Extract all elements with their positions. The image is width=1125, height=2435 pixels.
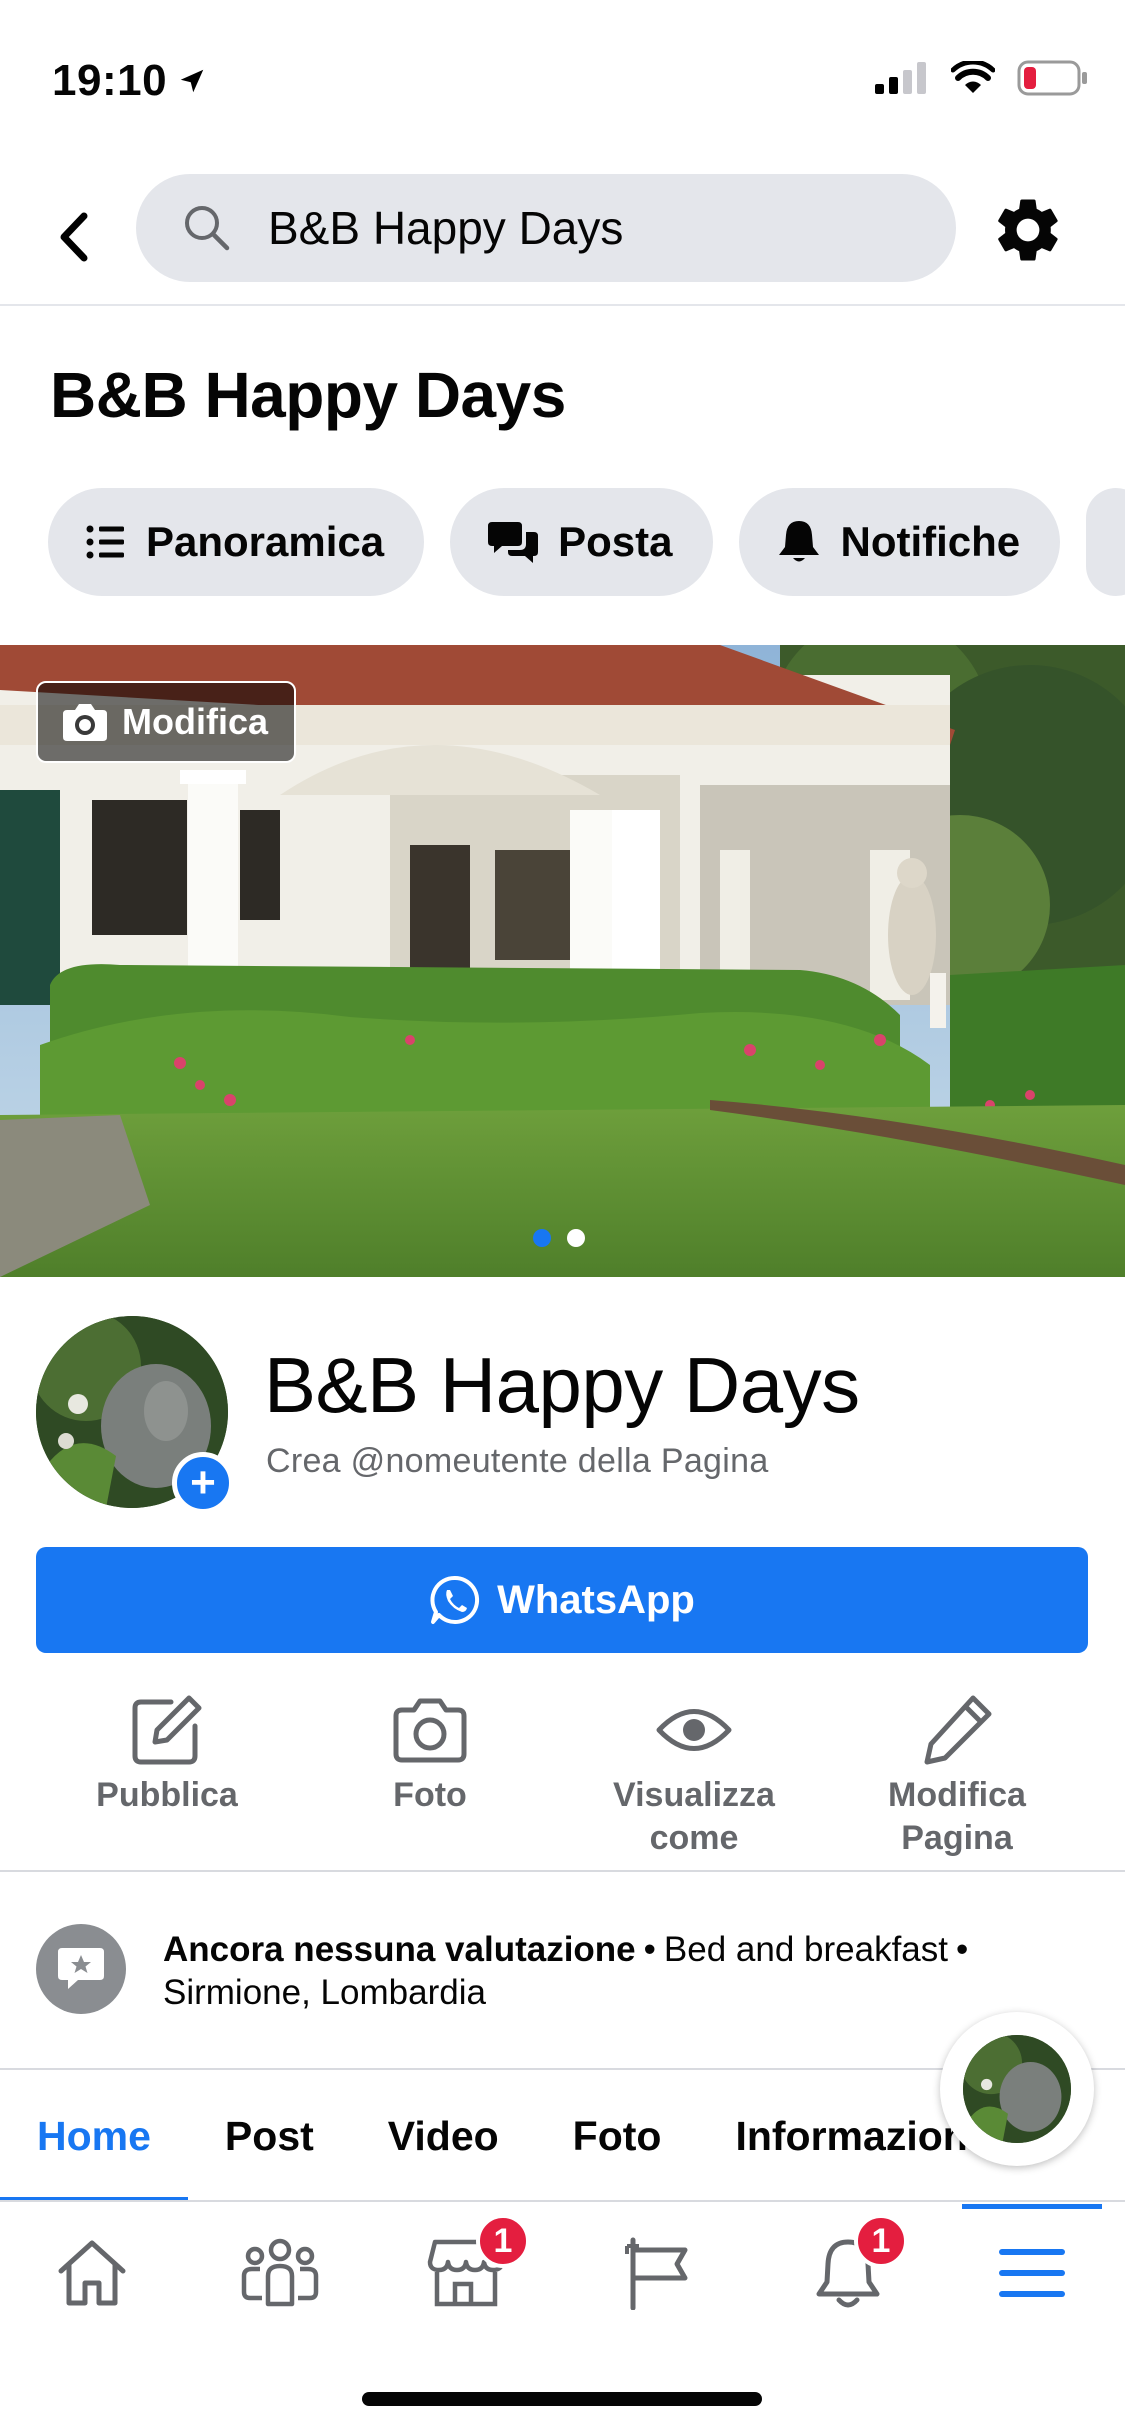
profile-name: B&B Happy Days (264, 1341, 860, 1429)
divider (0, 1870, 1125, 1872)
action-label: Foto (393, 1776, 467, 1814)
search-query: B&B Happy Days (268, 202, 624, 254)
photo-action[interactable]: Foto (300, 1690, 560, 1817)
status-bar: 19:10 (0, 0, 1125, 160)
marketplace-badge: 1 (476, 2214, 530, 2268)
avatar-image (963, 2035, 1071, 2143)
tab-videos[interactable]: Video (351, 2070, 536, 2200)
wifi-icon (951, 61, 995, 93)
clock: 19:10 (52, 56, 168, 105)
nav-pages[interactable] (588, 2218, 728, 2328)
search-icon (185, 206, 230, 251)
search-header: B&B Happy Days (0, 170, 1125, 306)
eye-icon (656, 1709, 732, 1751)
location-arrow-icon (180, 69, 204, 93)
chevron-left-icon (60, 212, 88, 262)
page-actions: Pubblica Foto Visualizza come Modifica P… (0, 1690, 1125, 1865)
compose-icon (132, 1695, 202, 1765)
whatsapp-icon (430, 1575, 480, 1624)
carousel-dot[interactable] (567, 1229, 585, 1247)
nav-marketplace[interactable]: 1 (396, 2214, 536, 2328)
action-label: Pagina (901, 1819, 1013, 1857)
carousel-dot[interactable] (533, 1229, 551, 1247)
switch-profile-button[interactable] (940, 2012, 1094, 2166)
groups-icon (241, 2238, 319, 2307)
bottom-navigation: 1 1 (0, 2204, 1125, 2344)
chip-overview[interactable]: Panoramica (48, 488, 425, 596)
location-text: Sirmione, Lombardia (163, 1973, 486, 2012)
pencil-icon (924, 1695, 992, 1765)
bell-icon (778, 521, 819, 562)
tab-posts[interactable]: Post (188, 2070, 351, 2200)
nav-notifications[interactable]: 1 (778, 2214, 918, 2328)
page-title: B&B Happy Days (50, 359, 566, 431)
nav-menu[interactable] (962, 2204, 1102, 2328)
home-indicator (362, 2392, 762, 2406)
create-username-link[interactable]: Crea @nomeutente della Pagina (266, 1442, 769, 1481)
action-label: come (649, 1819, 739, 1857)
action-label: Visualizza (613, 1776, 775, 1814)
notifications-badge: 1 (854, 2214, 908, 2268)
whatsapp-button[interactable]: WhatsApp (36, 1547, 1088, 1653)
camera-icon (63, 704, 107, 741)
rating-text[interactable]: Ancora nessuna valutazione (163, 1930, 636, 1969)
tab-photos[interactable]: Foto (536, 2070, 699, 2200)
profile-thumbnail (963, 2035, 1071, 2143)
tab-home[interactable]: Home (0, 2070, 188, 2200)
back-button[interactable] (44, 202, 104, 272)
cover-photo[interactable]: Modifica (0, 645, 1125, 1277)
home-icon (58, 2240, 126, 2306)
settings-button[interactable] (988, 190, 1068, 270)
review-icon (36, 1924, 126, 2014)
nav-home[interactable] (22, 2218, 162, 2328)
search-input[interactable]: B&B Happy Days (136, 174, 956, 282)
chip-notifications[interactable]: Notifiche (738, 488, 1061, 596)
separator: • (956, 1930, 969, 1969)
edit-page-action[interactable]: Modifica Pagina (827, 1690, 1087, 1860)
gear-icon (998, 199, 1058, 261)
category-text: Bed and breakfast (663, 1930, 948, 1969)
chat-bubbles-icon (488, 522, 539, 563)
chip-label: Panoramica (146, 518, 385, 565)
manage-chips: Panoramica Posta Notifiche (48, 488, 1125, 598)
page-info: Ancora nessuna valutazione • Bed and break… (163, 1928, 1043, 2014)
view-as-action[interactable]: Visualizza come (564, 1690, 824, 1860)
action-label: Modifica (888, 1776, 1026, 1814)
nav-groups[interactable] (210, 2218, 350, 2328)
edit-cover-label: Modifica (122, 701, 269, 742)
action-label: Pubblica (96, 1776, 238, 1814)
whatsapp-label: WhatsApp (497, 1577, 695, 1622)
signal-icon (875, 62, 926, 94)
camera-icon (393, 1698, 467, 1763)
battery-icon (1017, 60, 1087, 96)
speech-bubble-star-icon (58, 1948, 104, 1989)
carousel-indicator (533, 1229, 585, 1247)
separator: • (643, 1930, 656, 1969)
list-icon (86, 525, 124, 559)
chip-label: Posta (558, 518, 673, 565)
chip-more[interactable] (1086, 488, 1125, 596)
chip-inbox[interactable]: Posta (450, 488, 713, 596)
edit-cover-button[interactable]: Modifica (36, 681, 297, 763)
flag-icon (625, 2237, 688, 2310)
chip-label: Notifiche (840, 518, 1021, 565)
publish-action[interactable]: Pubblica (37, 1690, 297, 1817)
hamburger-menu-icon (999, 2249, 1065, 2297)
add-avatar-button[interactable]: + (172, 1452, 234, 1514)
